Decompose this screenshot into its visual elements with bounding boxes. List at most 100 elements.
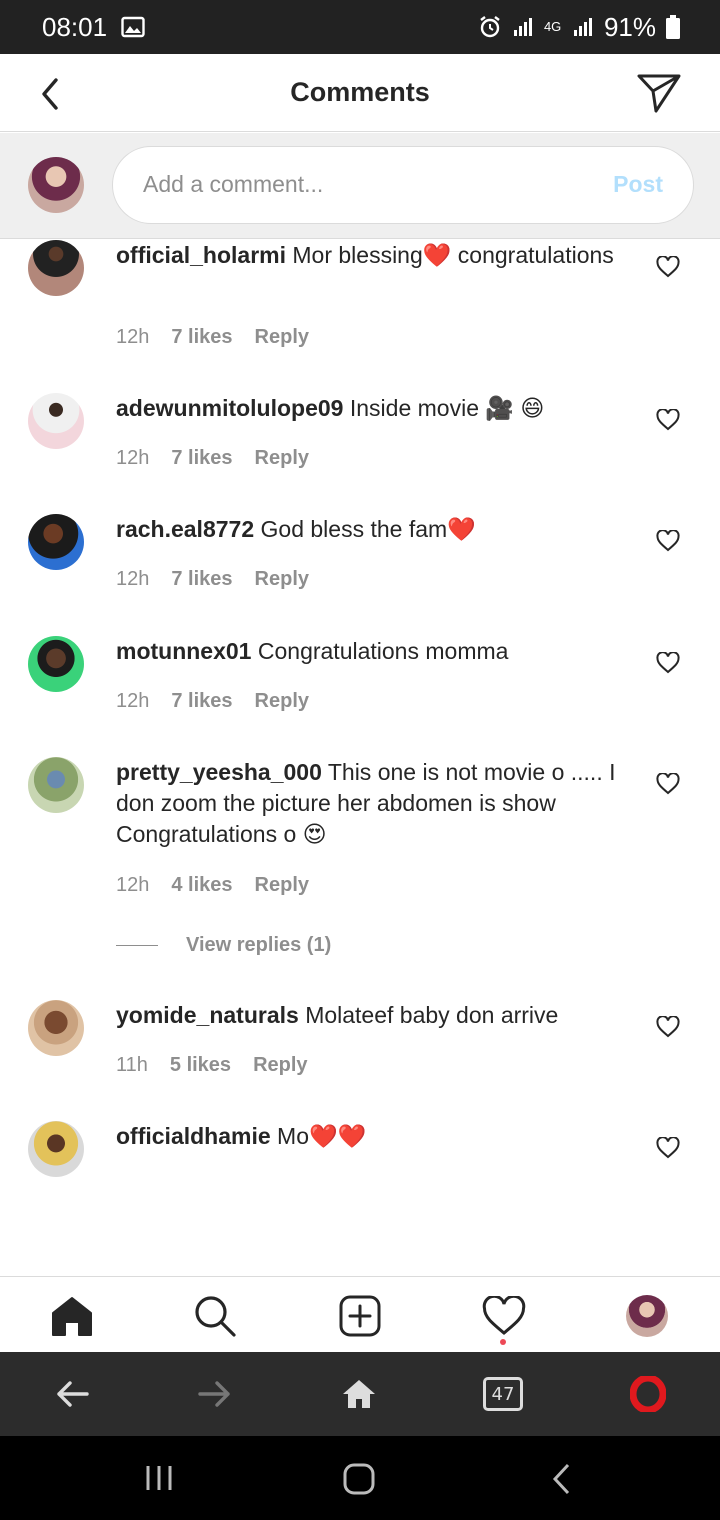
comment-username[interactable]: adewunmitolulope09	[116, 395, 343, 421]
browser-forward-button[interactable]	[193, 1372, 237, 1416]
like-heart-icon[interactable]	[656, 773, 680, 795]
opera-menu-button[interactable]	[626, 1372, 670, 1416]
like-heart-icon[interactable]	[656, 409, 680, 431]
home-icon	[52, 1297, 92, 1336]
nav-search[interactable]	[192, 1293, 238, 1339]
comment-time: 12h	[116, 690, 150, 712]
avatar[interactable]	[28, 1121, 84, 1177]
comment-likes[interactable]: 5 likes	[170, 1054, 231, 1077]
home-icon	[343, 1380, 375, 1408]
reply-button[interactable]: Reply	[255, 690, 309, 713]
comment-time: 12h	[116, 874, 150, 896]
browser-back-button[interactable]	[50, 1372, 94, 1416]
nav-profile[interactable]	[624, 1293, 670, 1339]
comment-time: 12h	[116, 447, 150, 469]
comment-meta: 12h 7 likes Reply	[116, 568, 309, 591]
comment-likes[interactable]: 7 likes	[171, 447, 232, 470]
comment-likes[interactable]: 7 likes	[171, 690, 232, 713]
browser-tabs-button[interactable]: 47	[481, 1372, 525, 1416]
avatar[interactable]	[28, 636, 84, 692]
avatar[interactable]	[28, 240, 84, 296]
comment-likes[interactable]: 7 likes	[171, 326, 232, 349]
comment-username[interactable]: official_holarmi	[116, 242, 286, 268]
comment-meta: 12h 7 likes Reply	[116, 326, 309, 349]
signal-icon	[573, 18, 592, 36]
comment-meta: 12h 7 likes Reply	[116, 447, 309, 470]
comment-meta: 12h 4 likes Reply	[116, 874, 309, 897]
arrow-right-icon	[198, 1381, 230, 1407]
comment-body: Molateef baby don arrive	[305, 1002, 559, 1028]
like-heart-icon[interactable]	[656, 652, 680, 674]
comment-likes[interactable]: 7 likes	[171, 568, 232, 591]
nav-home[interactable]	[49, 1293, 95, 1339]
activity-heart-icon	[482, 1296, 526, 1335]
send-direct-icon[interactable]	[636, 72, 682, 114]
comment-input[interactable]: Add a comment... Post	[112, 146, 694, 224]
browser-home-button[interactable]	[337, 1372, 381, 1416]
notification-dot	[500, 1339, 506, 1345]
status-time: 08:01	[42, 11, 108, 42]
reply-button[interactable]: Reply	[253, 1054, 307, 1077]
page-title: Comments	[290, 77, 430, 107]
post-button[interactable]: Post	[613, 171, 663, 198]
like-heart-icon[interactable]	[656, 1016, 680, 1038]
divider	[116, 945, 158, 946]
alarm-icon	[480, 16, 500, 38]
view-replies-label[interactable]: View replies (1)	[186, 934, 331, 957]
like-heart-icon[interactable]	[656, 256, 680, 278]
comment-text: adewunmitolulope09 Inside movie 🎥 😄	[116, 393, 636, 424]
comment-body: Mor blessing❤️ congratulations	[292, 242, 614, 268]
comment-body: Mo❤️❤️	[277, 1123, 367, 1149]
comment-text: rach.eal8772 God bless the fam❤️	[116, 514, 636, 545]
network-type-label: 4G	[543, 19, 562, 34]
opera-logo-icon	[630, 1376, 666, 1412]
comment-meta: 12h 7 likes Reply	[116, 690, 309, 713]
reply-button[interactable]: Reply	[255, 447, 309, 470]
comment-username[interactable]: rach.eal8772	[116, 516, 254, 542]
comment-body: God bless the fam❤️	[260, 516, 476, 542]
avatar[interactable]	[28, 393, 84, 449]
avatar[interactable]	[28, 514, 84, 570]
reply-button[interactable]: Reply	[255, 874, 309, 897]
comments-header: Comments	[0, 54, 720, 132]
like-heart-icon[interactable]	[656, 1137, 680, 1159]
view-replies-button[interactable]: View replies (1)	[116, 934, 331, 957]
home-button-icon[interactable]	[342, 1462, 376, 1496]
signal-icon	[513, 18, 532, 36]
comment-body: Inside movie 🎥 😄	[349, 395, 545, 421]
browser-toolbar: 47	[0, 1352, 720, 1436]
comment-text: pretty_yeesha_000 This one is not movie …	[116, 757, 636, 850]
image-notification-icon	[121, 16, 145, 38]
avatar[interactable]	[28, 1000, 84, 1056]
recent-apps-icon[interactable]	[144, 1464, 174, 1492]
profile-avatar	[626, 1295, 668, 1337]
comment-text: officialdhamie Mo❤️❤️	[116, 1121, 636, 1152]
nav-activity[interactable]	[481, 1293, 527, 1339]
bottom-navigation	[0, 1276, 720, 1352]
comment-meta: 11h 5 likes Reply	[116, 1054, 308, 1077]
nav-new-post[interactable]	[337, 1293, 383, 1339]
reply-button[interactable]: Reply	[255, 326, 309, 349]
new-post-icon	[339, 1295, 381, 1337]
comment-body: Congratulations momma	[257, 638, 509, 664]
my-avatar	[28, 157, 84, 213]
comment-likes[interactable]: 4 likes	[171, 874, 232, 897]
comment-username[interactable]: pretty_yeesha_000	[116, 759, 322, 785]
like-heart-icon[interactable]	[656, 530, 680, 552]
status-bar: 08:01 4G 91%	[0, 0, 720, 54]
avatar[interactable]	[28, 757, 84, 813]
battery-icon	[666, 15, 680, 39]
comment-list: official_holarmi Mor blessing❤️ congratu…	[0, 240, 720, 1276]
comment-username[interactable]: officialdhamie	[116, 1123, 271, 1149]
reply-button[interactable]: Reply	[255, 568, 309, 591]
back-icon[interactable]	[34, 74, 70, 114]
arrow-left-icon	[57, 1381, 89, 1407]
battery-percent: 91%	[603, 11, 656, 42]
system-back-icon[interactable]	[550, 1462, 574, 1496]
comment-placeholder: Add a comment...	[143, 171, 324, 197]
comment-time: 11h	[116, 1054, 148, 1076]
comment-username[interactable]: yomide_naturals	[116, 1002, 299, 1028]
system-navigation-bar	[0, 1436, 720, 1520]
search-icon	[195, 1296, 236, 1337]
comment-username[interactable]: motunnex01	[116, 638, 251, 664]
